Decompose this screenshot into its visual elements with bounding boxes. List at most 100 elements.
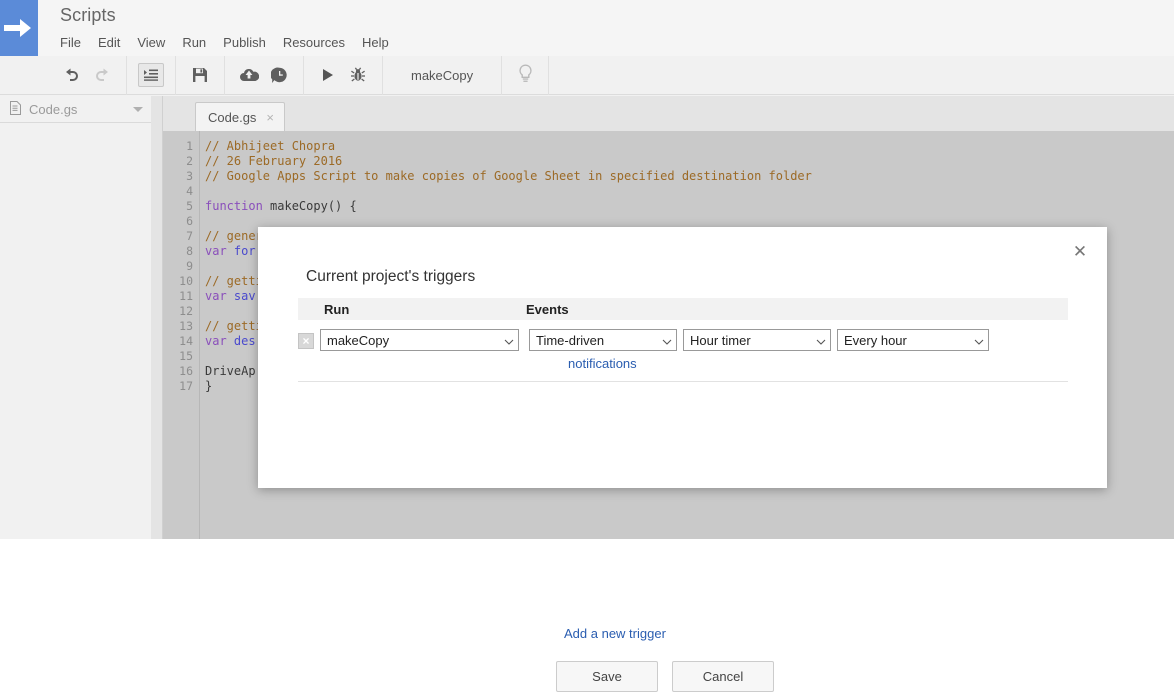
code-token: var [205, 244, 234, 258]
selected-function-name[interactable]: makeCopy [383, 56, 502, 95]
line-number: 17 [163, 379, 199, 394]
code-line: // Google Apps Script to make copies of … [205, 169, 1165, 184]
line-number: 3 [163, 169, 199, 184]
code-token: // getti [205, 274, 263, 288]
chevron-down-icon [504, 335, 514, 345]
menu-item-edit[interactable]: Edit [98, 33, 129, 52]
menu-item-resources[interactable]: Resources [283, 33, 354, 52]
line-number: 14 [163, 334, 199, 349]
code-token: makeCopy() { [270, 199, 357, 213]
deploy-button[interactable] [236, 63, 262, 87]
line-number: 4 [163, 184, 199, 199]
trigger-fields: makeCopy Time-driven Hou [320, 329, 989, 371]
cloud-upload-icon [239, 67, 259, 83]
run-button[interactable] [315, 63, 341, 87]
file-sidebar: Code.gs [0, 96, 152, 539]
timer-type-select[interactable]: Hour timer [683, 329, 831, 351]
close-icon: ✕ [1073, 243, 1087, 260]
close-icon[interactable]: × [266, 111, 274, 124]
undo-button[interactable] [59, 63, 85, 87]
save-icon [192, 67, 208, 83]
toolbar-group-history [48, 56, 127, 95]
code-token: // Google Apps Script to make copies of … [205, 169, 812, 183]
line-number: 16 [163, 364, 199, 379]
code-token: DriveAp [205, 364, 256, 378]
trigger-selects: makeCopy Time-driven Hou [320, 329, 989, 351]
code-line: // 26 February 2016 [205, 154, 1165, 169]
version-history-button[interactable] [266, 63, 292, 87]
dialog-buttons: Save Cancel [556, 661, 788, 692]
dialog-close-button[interactable]: ✕ [1070, 241, 1090, 261]
code-line [205, 184, 1165, 199]
line-number: 8 [163, 244, 199, 259]
save-button[interactable] [187, 63, 213, 87]
line-number: 6 [163, 214, 199, 229]
toolbar-group-save [176, 56, 225, 95]
save-button[interactable]: Save [556, 661, 658, 692]
line-number: 9 [163, 259, 199, 274]
line-number: 1 [163, 139, 199, 154]
editor-tabstrip: Code.gs × [163, 96, 1174, 132]
page-title: Scripts [60, 5, 116, 26]
code-line: // Abhijeet Chopra [205, 139, 1165, 154]
code-token: var [205, 289, 234, 303]
timer-type-value: Hour timer [690, 333, 810, 348]
bug-icon [350, 67, 366, 83]
line-number: 15 [163, 349, 199, 364]
run-function-value: makeCopy [327, 333, 498, 348]
indent-button[interactable] [138, 63, 164, 87]
menubar: File Edit View Run Publish Resources Hel… [60, 33, 406, 52]
code-token: sav [234, 289, 256, 303]
line-number: 12 [163, 304, 199, 319]
sidebar-splitter[interactable] [151, 96, 163, 539]
redo-button[interactable] [89, 63, 115, 87]
event-type-value: Time-driven [536, 333, 656, 348]
chevron-down-icon[interactable] [133, 107, 143, 112]
trigger-row: × makeCopy Time-driven [298, 320, 1068, 382]
clock-icon [271, 67, 288, 84]
chevron-down-icon [816, 335, 826, 345]
column-header-events: Events [526, 302, 1068, 317]
delete-trigger-button[interactable]: × [298, 333, 314, 349]
run-icon [322, 68, 335, 82]
frequency-value: Every hour [844, 333, 968, 348]
line-number: 13 [163, 319, 199, 334]
menu-item-publish[interactable]: Publish [223, 33, 275, 52]
menu-item-file[interactable]: File [60, 33, 90, 52]
triggers-dialog: ✕ Current project's triggers Run Events … [258, 227, 1107, 488]
sidebar-file-code-gs[interactable]: Code.gs [0, 96, 151, 123]
line-number: 5 [163, 199, 199, 214]
line-number: 7 [163, 229, 199, 244]
run-function-select[interactable]: makeCopy [320, 329, 519, 351]
code-token: // gener [205, 229, 263, 243]
triggers-table-header: Run Events [298, 298, 1068, 320]
line-number: 2 [163, 154, 199, 169]
tab-code-gs[interactable]: Code.gs × [195, 102, 285, 131]
notifications-link[interactable]: notifications [568, 356, 637, 371]
cancel-button[interactable]: Cancel [672, 661, 774, 692]
menu-item-view[interactable]: View [137, 33, 174, 52]
code-token: // 26 February 2016 [205, 154, 342, 168]
titlebar: Scripts File Edit View Run Publish Resou… [0, 0, 1174, 56]
menu-item-run[interactable]: Run [182, 33, 215, 52]
code-token: des [234, 334, 256, 348]
add-new-trigger-link[interactable]: Add a new trigger [564, 626, 666, 641]
hint-button[interactable] [502, 56, 549, 95]
toolbar-group-indent [127, 56, 176, 95]
undo-icon [64, 67, 80, 83]
apps-script-editor-window: Scripts File Edit View Run Publish Resou… [0, 0, 1174, 539]
debug-button[interactable] [345, 63, 371, 87]
dialog-title: Current project's triggers [306, 268, 475, 286]
event-type-select[interactable]: Time-driven [529, 329, 677, 351]
menu-item-help[interactable]: Help [362, 33, 398, 52]
tab-label: Code.gs [208, 110, 256, 125]
file-icon [10, 101, 21, 118]
code-token: function [205, 199, 270, 213]
code-token: // getti [205, 319, 263, 333]
triggers-table: Run Events × makeCopy Time-driven [298, 298, 1068, 382]
redo-icon [94, 67, 110, 83]
line-number: 11 [163, 289, 199, 304]
chevron-down-icon [974, 335, 984, 345]
frequency-select[interactable]: Every hour [837, 329, 989, 351]
code-line: function makeCopy() { [205, 199, 1165, 214]
